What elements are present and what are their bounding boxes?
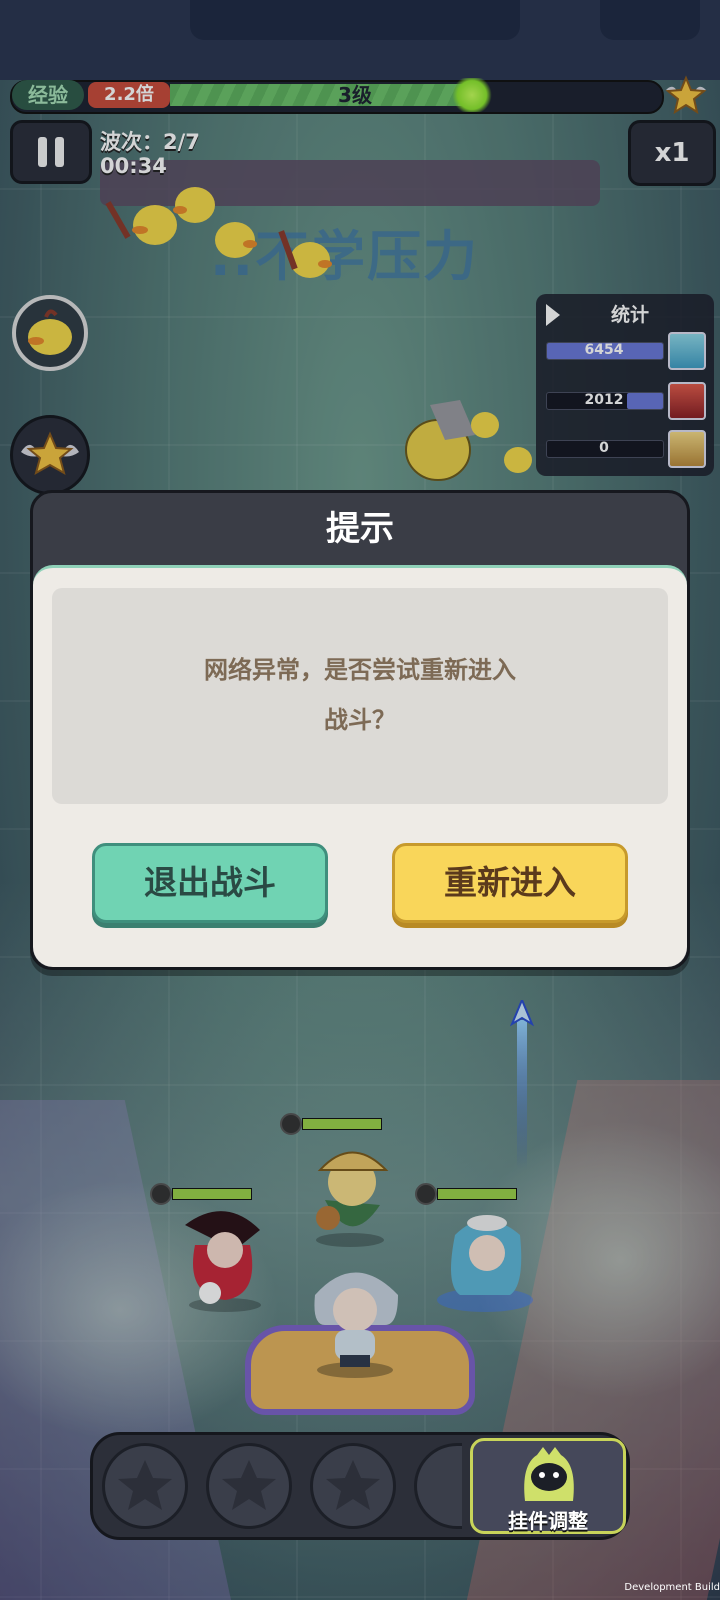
battle-scene: ..不学压力 经验 2.2倍 3级 波次：2/7 00:34 x1 统计 645… [0, 0, 720, 1600]
exit-battle-button[interactable]: 退出战斗 [92, 843, 328, 923]
pendant-slot[interactable] [206, 1443, 292, 1529]
pendant-slot[interactable] [310, 1443, 396, 1529]
reenter-battle-button[interactable]: 重新进入 [392, 843, 628, 923]
dialog-title: 提示 [326, 509, 394, 549]
dialog-message: 战斗？ [324, 706, 396, 734]
pendant-adjust-label: 挂件调整 [508, 1509, 588, 1533]
dialog-message-box [52, 588, 668, 804]
empty-star-slot-icon [222, 1460, 276, 1510]
ghost-mascot-icon [524, 1447, 574, 1501]
dialog-message: 网络异常，是否尝试重新进入 [204, 656, 516, 684]
development-build-label: Development Build [624, 1582, 720, 1593]
pendant-slot[interactable] [102, 1443, 188, 1529]
empty-star-slot-icon [118, 1460, 172, 1510]
empty-star-slot-icon [326, 1460, 380, 1510]
